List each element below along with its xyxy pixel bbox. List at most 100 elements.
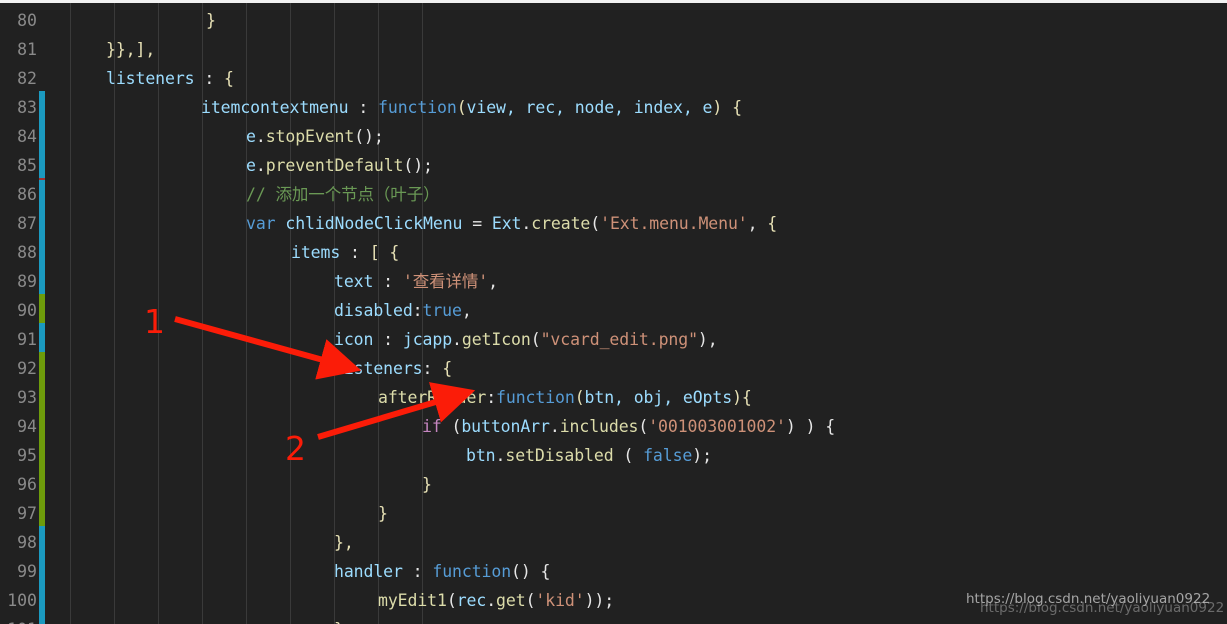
line-number: 86 (17, 185, 37, 204)
code-token: } (378, 504, 388, 523)
line-number: 101 (0, 615, 37, 624)
code-line[interactable]: text : '查看详情', (334, 267, 498, 296)
code-token: (); (354, 127, 384, 146)
code-token: itemcontextmenu (201, 98, 349, 117)
code-token: : (422, 359, 443, 378)
code-token: : (348, 98, 379, 117)
code-token: { (442, 359, 453, 378)
code-line[interactable]: listeners : { (106, 64, 234, 93)
code-editor[interactable]: 80 81 82 83 84 85 86 87 88 89 90 91 92 93 94 95 96 97 98 99… (0, 3, 1227, 624)
code-token: chlidNodeClickMenu (285, 214, 463, 233)
code-token: ); (692, 446, 712, 465)
vcs-marker-modified[interactable] (39, 526, 45, 624)
code-token: ( (574, 388, 585, 407)
code-content[interactable]: },}}},],listeners : {itemcontextmenu : f… (46, 3, 1227, 624)
callout-2-label: 2 (285, 429, 306, 468)
code-token: . (255, 127, 266, 146)
code-line[interactable]: } (378, 499, 388, 528)
line-number: 90 (17, 301, 37, 320)
line-number: 82 (17, 69, 37, 88)
code-token: includes (559, 417, 639, 436)
code-token: ( (525, 591, 536, 610)
code-token: myEdit1 (378, 591, 447, 610)
code-token: : (373, 272, 403, 291)
code-token: : (486, 388, 497, 407)
code-token: { (224, 69, 234, 88)
vcs-marker-added[interactable] (39, 352, 45, 526)
code-token: Ext (491, 214, 522, 233)
code-token: , (488, 272, 498, 291)
code-line[interactable]: } (334, 615, 344, 624)
code-line[interactable]: }},], (106, 35, 155, 64)
code-line[interactable]: items : [ { (291, 238, 399, 267)
callout-1-label: 1 (144, 302, 165, 341)
code-token: (); (403, 156, 433, 175)
line-number: 95 (17, 446, 37, 465)
code-token: , (461, 301, 472, 320)
code-line[interactable]: afterRender:function(btn, obj, eOpts){ (378, 383, 752, 412)
vcs-marker-deleted[interactable] (39, 178, 45, 180)
line-number: 100 (7, 591, 37, 610)
line-number: 89 (17, 272, 37, 291)
code-token: ), (697, 330, 718, 349)
screenshot-root: 80 81 82 83 84 85 86 87 88 89 90 91 92 93 94 95 96 97 98 99… (0, 0, 1227, 624)
line-number: 91 (17, 330, 37, 349)
code-token: listeners (334, 359, 423, 378)
code-line[interactable]: }, (346, 3, 366, 6)
vcs-marker-added[interactable] (39, 294, 45, 323)
code-token: : (412, 301, 423, 320)
code-line[interactable]: icon : jcapp.getIcon("vcard_edit.png"), (334, 325, 718, 354)
code-line[interactable]: } (206, 6, 216, 35)
code-line[interactable]: myEdit1(rec.get('kid')); (378, 586, 614, 615)
code-line[interactable]: disabled:true, (334, 296, 472, 325)
code-token: '查看详情' (402, 272, 489, 291)
watermark-url: https://blog.csdn.net/yaoliyuan0922 (966, 591, 1211, 607)
code-line[interactable]: }, (334, 528, 354, 557)
code-token: . (255, 156, 266, 175)
code-token: get (496, 591, 526, 610)
code-token: . (486, 591, 497, 610)
code-token: true (422, 301, 462, 320)
code-line[interactable]: var chlidNodeClickMenu = Ext.create('Ext… (246, 209, 777, 238)
code-token: ( (456, 98, 467, 117)
code-token: create (531, 214, 591, 233)
vcs-marker-modified[interactable] (39, 207, 45, 294)
code-token: var (246, 214, 276, 233)
line-number: 81 (17, 40, 37, 59)
code-token: getIcon (461, 330, 531, 349)
code-line[interactable]: if (buttonArr.includes('001003001002') )… (422, 412, 835, 441)
code-line[interactable]: listeners: { (334, 354, 452, 383)
code-token: "vcard_edit.png" (540, 330, 698, 349)
code-token: 'kid' (535, 591, 585, 610)
code-token: text (334, 272, 374, 291)
code-token: btn, obj, eOpts (584, 388, 733, 407)
code-token: listeners (106, 69, 195, 88)
code-token: buttonArr (461, 417, 550, 436)
line-number: 88 (17, 243, 37, 262)
code-token: () { (511, 562, 551, 581)
code-line[interactable]: // 添加一个节点（叶子） (246, 180, 440, 209)
code-token: items (291, 243, 341, 262)
vcs-marker-modified[interactable] (39, 323, 45, 352)
code-token: 'Ext.menu.Menu' (600, 214, 748, 233)
code-token: )); (584, 591, 615, 610)
line-number: 98 (17, 533, 37, 552)
line-number: 97 (17, 504, 37, 523)
code-line[interactable]: e.preventDefault(); (246, 151, 433, 180)
code-token: . (521, 214, 532, 233)
vcs-marker-modified[interactable] (39, 91, 45, 207)
code-line[interactable]: btn.setDisabled ( false); (466, 441, 712, 470)
line-number: 93 (17, 388, 37, 407)
code-line[interactable]: } (422, 470, 432, 499)
code-token: stopEvent (265, 127, 355, 146)
code-token: } (422, 475, 432, 494)
code-token: function (496, 388, 575, 407)
code-line[interactable]: itemcontextmenu : function(view, rec, no… (201, 93, 742, 122)
code-token: function (378, 98, 457, 117)
code-line[interactable]: e.stopEvent(); (246, 122, 384, 151)
code-token: ){ (732, 388, 752, 407)
code-token: preventDefault (265, 156, 404, 175)
line-number: 92 (17, 359, 37, 378)
code-token: { (767, 214, 778, 233)
code-line[interactable]: handler : function() { (334, 557, 550, 586)
